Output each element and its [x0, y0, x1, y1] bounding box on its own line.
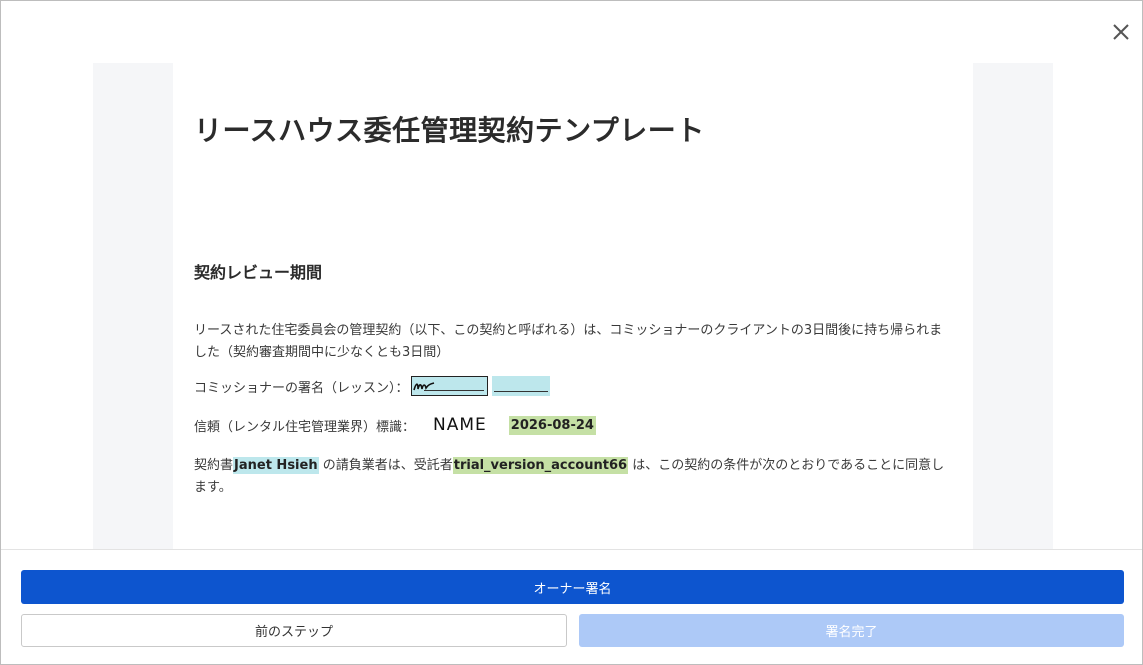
complete-signing-button[interactable]: 署名完了: [579, 614, 1124, 647]
agreement-paragraph: 契約書Janet Hsieh の請負業者は、受託者trial_version_a…: [194, 455, 954, 499]
signature-row: コミッショナーの署名（レッスン）：: [194, 374, 550, 398]
client-name-field[interactable]: Janet Hsieh: [233, 457, 319, 474]
account-name-field[interactable]: trial_version_account66: [452, 457, 629, 474]
dialog-footer: オーナー署名 前のステップ 署名完了: [1, 549, 1142, 664]
certification-label: 信頼（レンタル住宅管理業界）標識：: [194, 419, 416, 435]
review-period-paragraph: リースされた住宅委員会の管理契約（以下、この契約と呼ばれる）は、コミッショナーの…: [194, 323, 943, 360]
document-page: リースハウス委任管理契約テンプレート 契約レビュー期間 リースされた住宅委員会の…: [173, 63, 973, 549]
signature-label: コミッショナーの署名（レッスン）：: [194, 380, 409, 396]
signature-field-empty[interactable]: [491, 376, 550, 396]
close-button[interactable]: [1108, 19, 1134, 45]
agreement-middle: の請負業者は、受託者: [318, 458, 453, 473]
close-icon: [1113, 24, 1129, 40]
agreement-prefix: 契約書: [194, 458, 234, 473]
signature-field-filled[interactable]: [410, 376, 488, 396]
document-title: リースハウス委任管理契約テンプレート: [194, 114, 705, 147]
signing-dialog: リースハウス委任管理契約テンプレート 契約レビュー期間 リースされた住宅委員会の…: [0, 0, 1143, 665]
section-heading: 契約レビュー期間: [194, 263, 323, 282]
certification-row: 信頼（レンタル住宅管理業界）標識： NAME 2026-08-24: [194, 413, 596, 437]
previous-step-button[interactable]: 前のステップ: [21, 614, 567, 647]
stamp-name-field[interactable]: NAME: [433, 415, 487, 435]
date-field[interactable]: 2026-08-24: [508, 415, 596, 435]
owner-sign-button[interactable]: オーナー署名: [21, 570, 1124, 604]
